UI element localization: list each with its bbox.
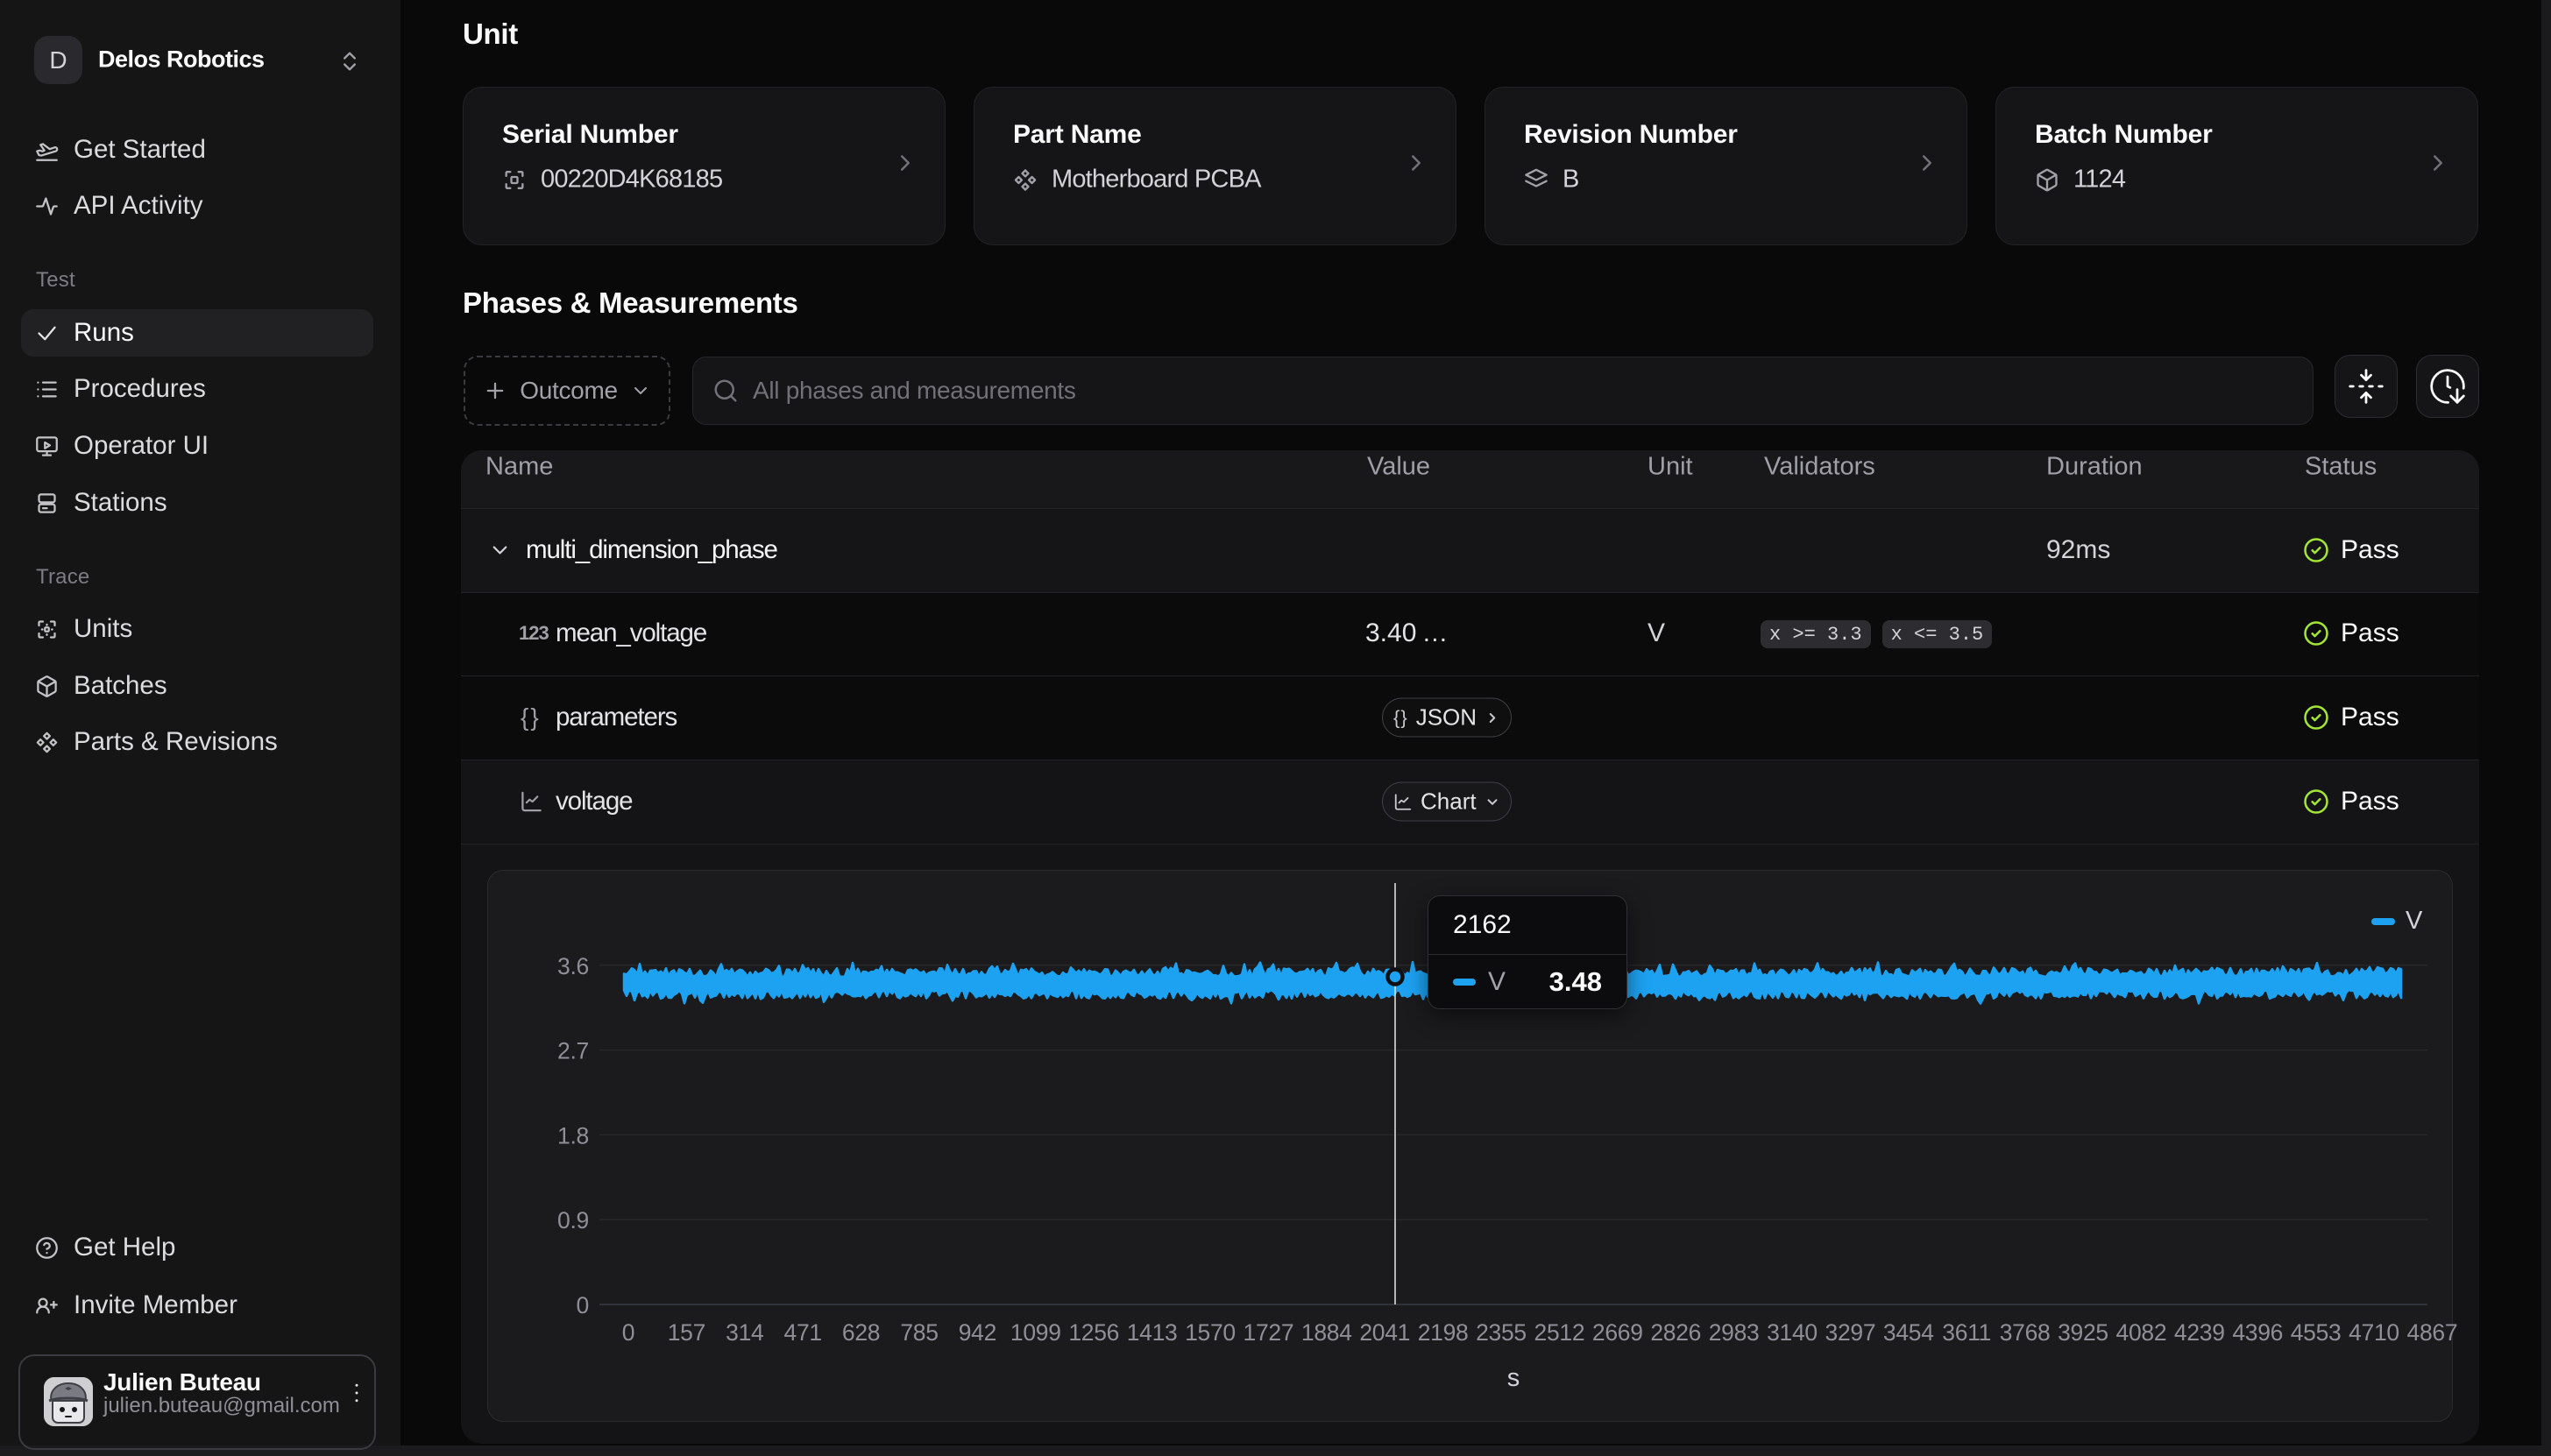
svg-text:4867: 4867	[2407, 1319, 2458, 1346]
svg-text:1413: 1413	[1127, 1319, 1178, 1346]
svg-text:4710: 4710	[2349, 1319, 2399, 1346]
svg-text:3768: 3768	[2000, 1319, 2051, 1346]
svg-text:1727: 1727	[1244, 1319, 1294, 1346]
svg-text:3297: 3297	[1825, 1319, 1876, 1346]
svg-text:1256: 1256	[1068, 1319, 1119, 1346]
svg-text:4239: 4239	[2174, 1319, 2225, 1346]
svg-text:1099: 1099	[1010, 1319, 1061, 1346]
svg-text:3454: 3454	[1883, 1319, 1934, 1346]
svg-text:4553: 4553	[2291, 1319, 2342, 1346]
svg-text:0: 0	[577, 1292, 589, 1318]
svg-text:0: 0	[622, 1319, 634, 1346]
svg-text:1.8: 1.8	[557, 1122, 589, 1149]
svg-text:942: 942	[959, 1319, 996, 1346]
svg-text:3.6: 3.6	[557, 953, 589, 979]
svg-text:3925: 3925	[2058, 1319, 2108, 1346]
svg-text:2512: 2512	[1534, 1319, 1585, 1346]
svg-text:2669: 2669	[1592, 1319, 1643, 1346]
svg-text:2355: 2355	[1476, 1319, 1527, 1346]
svg-text:2826: 2826	[1650, 1319, 1701, 1346]
svg-text:471: 471	[784, 1319, 822, 1346]
svg-text:628: 628	[842, 1319, 880, 1346]
svg-text:1570: 1570	[1185, 1319, 1236, 1346]
svg-text:1884: 1884	[1301, 1319, 1352, 1346]
svg-text:2198: 2198	[1418, 1319, 1469, 1346]
svg-text:4396: 4396	[2232, 1319, 2283, 1346]
svg-text:4082: 4082	[2116, 1319, 2167, 1346]
svg-text:3140: 3140	[1767, 1319, 1818, 1346]
svg-text:785: 785	[900, 1319, 938, 1346]
svg-text:2041: 2041	[1359, 1319, 1410, 1346]
svg-text:0.9: 0.9	[557, 1207, 589, 1233]
svg-text:157: 157	[668, 1319, 705, 1346]
svg-text:3611: 3611	[1942, 1319, 1991, 1346]
svg-text:2.7: 2.7	[557, 1038, 589, 1064]
svg-text:s: s	[1507, 1364, 1520, 1392]
svg-text:2983: 2983	[1709, 1319, 1760, 1346]
svg-text:314: 314	[726, 1319, 763, 1346]
